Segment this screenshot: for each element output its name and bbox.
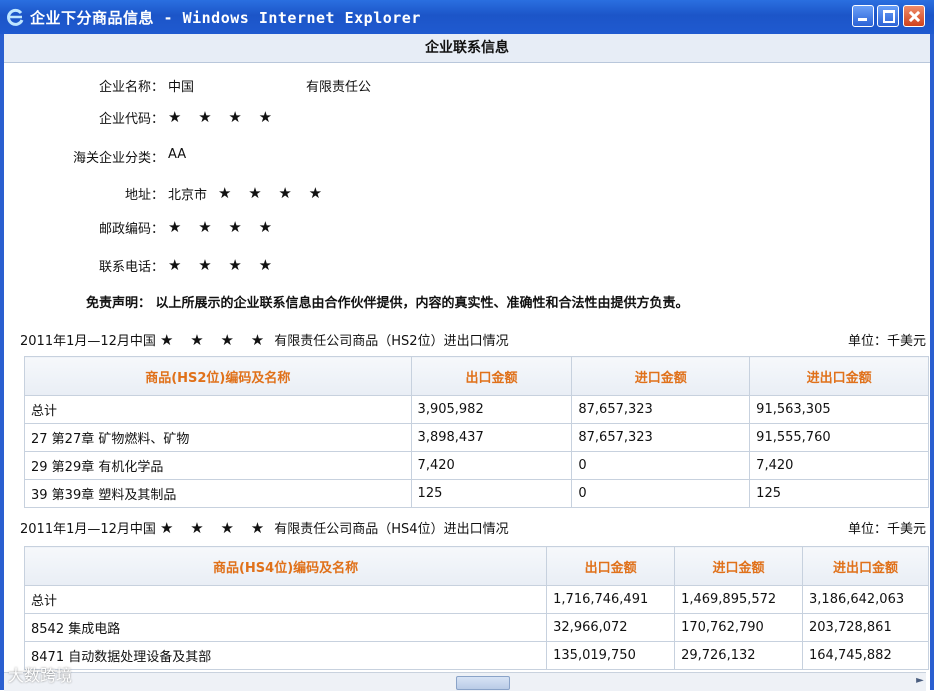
- table-row: 8471 自动数据处理设备及其部 135,019,750 29,726,132 …: [23, 641, 929, 670]
- table-cell: 7,420: [410, 451, 573, 480]
- table-cell: 3,898,437: [410, 423, 573, 452]
- table-header-row: 商品(HS2位)编码及名称 出口金额 进口金额 进出口金额: [24, 356, 929, 396]
- table-cell: 29,726,132: [674, 641, 804, 670]
- column-header[interactable]: 进口金额: [674, 546, 804, 586]
- company-name-value: 中国: [168, 80, 195, 95]
- address-value: ★ ★ ★ ★: [218, 184, 329, 202]
- table-cell: 87,657,323: [571, 423, 751, 452]
- table-row: 8542 集成电路 32,966,072 170,762,790 203,728…: [23, 613, 929, 642]
- table-cell: 1,716,746,491: [546, 585, 676, 614]
- table-cell: 32,966,072: [546, 613, 676, 642]
- company-name-label: 企业名称：: [98, 80, 164, 95]
- table-cell: 1,469,895,572: [674, 585, 804, 614]
- disclaimer: 免责声明： 以上所展示的企业联系信息由合作伙伴提供，内容的真实性、准确性和合法性…: [86, 292, 689, 311]
- hs4-unit: 单位：千美元: [847, 522, 926, 537]
- hs4-report-title: 2011年1月—12月中国 ★ ★ ★ ★ 有限责任公司商品（HS4位）进出口情…: [20, 518, 509, 537]
- phone-value: ★ ★ ★ ★: [168, 256, 279, 274]
- table-cell: 91,555,760: [749, 423, 929, 452]
- column-header[interactable]: 出口金额: [546, 546, 676, 586]
- table-cell: 39 第39章 塑料及其制品: [24, 479, 412, 508]
- table-cell: 87,657,323: [571, 395, 751, 424]
- window-title: 企业下分商品信息 - Windows Internet Explorer: [30, 9, 421, 27]
- table-cell: 0: [571, 479, 751, 508]
- table-header-row: 商品(HS4位)编码及名称 出口金额 进口金额 进出口金额: [23, 546, 929, 586]
- company-name-suffix: 有限责任公: [306, 80, 372, 95]
- hs4-title-stars: ★ ★ ★ ★: [160, 519, 271, 537]
- table-cell: 3,905,982: [410, 395, 573, 424]
- customs-class-label: 海关企业分类：: [72, 151, 164, 166]
- customs-class-value: AA: [168, 147, 187, 162]
- table-cell: 91,563,305: [749, 395, 929, 424]
- hs2-report-title: 2011年1月—12月中国 ★ ★ ★ ★ 有限责任公司商品（HS2位）进出口情…: [20, 330, 509, 349]
- title-bar: 企业下分商品信息 - Windows Internet Explorer: [0, 0, 934, 35]
- table-row: 总计 1,716,746,491 1,469,895,572 3,186,642…: [23, 585, 929, 614]
- table-cell: 125: [410, 479, 573, 508]
- table-row: 27 第27章 矿物燃料、矿物 3,898,437 87,657,323 91,…: [24, 423, 929, 452]
- ie-icon: [7, 8, 24, 26]
- table-cell: 170,762,790: [674, 613, 804, 642]
- table-cell: 203,728,861: [802, 613, 929, 642]
- address-label: 地址：: [124, 188, 164, 203]
- table-row: 总计 3,905,982 87,657,323 91,563,305: [24, 395, 929, 424]
- hs4-title-prefix: 2011年1月—12月中国: [20, 522, 156, 537]
- column-header[interactable]: 进出口金额: [802, 546, 929, 586]
- table-cell: 总计: [24, 395, 412, 424]
- disclaimer-label: 免责声明：: [86, 296, 152, 311]
- phone-label: 联系电话：: [98, 260, 164, 275]
- column-header[interactable]: 出口金额: [410, 356, 573, 396]
- hs4-table: 商品(HS4位)编码及名称 出口金额 进口金额 进出口金额 总计 1,716,7…: [23, 546, 929, 670]
- table-row: 39 第39章 塑料及其制品 125 0 125: [24, 479, 929, 508]
- company-code-value: ★ ★ ★ ★: [168, 108, 279, 126]
- hs2-table: 商品(HS2位)编码及名称 出口金额 进口金额 进出口金额 总计 3,905,9…: [24, 356, 929, 508]
- table-cell: 总计: [23, 585, 548, 614]
- column-header[interactable]: 进口金额: [571, 356, 751, 396]
- hs2-title-stars: ★ ★ ★ ★: [160, 331, 271, 349]
- scroll-right-arrow-icon[interactable]: ►: [914, 675, 926, 688]
- table-cell: 0: [571, 451, 751, 480]
- company-code-label: 企业代码：: [98, 112, 164, 127]
- address-city: 北京市: [168, 188, 208, 203]
- hs2-unit: 单位：千美元: [847, 334, 926, 349]
- minimize-button[interactable]: [852, 5, 874, 27]
- disclaimer-text: 以上所展示的企业联系信息由合作伙伴提供，内容的真实性、准确性和合法性由提供方负责…: [155, 296, 689, 311]
- table-cell: 27 第27章 矿物燃料、矿物: [24, 423, 412, 452]
- maximize-button[interactable]: [877, 5, 899, 27]
- column-header[interactable]: 进出口金额: [749, 356, 929, 396]
- column-header[interactable]: 商品(HS4位)编码及名称: [23, 546, 548, 586]
- postcode-value: ★ ★ ★ ★: [168, 218, 279, 236]
- close-button[interactable]: [903, 5, 925, 27]
- scrollbar-thumb[interactable]: [456, 676, 510, 690]
- table-cell: 29 第29章 有机化学品: [24, 451, 412, 480]
- section-title: 企业联系信息: [4, 34, 930, 63]
- hs2-title-suffix: 有限责任公司商品（HS2位）进出口情况: [274, 334, 509, 349]
- page-content: 企业联系信息 企业名称： 中国 有限责任公 企业代码： ★ ★ ★ ★ 海关企业…: [4, 34, 930, 690]
- hs2-title-prefix: 2011年1月—12月中国: [20, 334, 156, 349]
- watermark: 大数跨境: [8, 666, 73, 685]
- table-cell: 7,420: [749, 451, 929, 480]
- hs4-title-suffix: 有限责任公司商品（HS4位）进出口情况: [274, 522, 509, 537]
- column-header[interactable]: 商品(HS2位)编码及名称: [24, 356, 412, 396]
- table-cell: 135,019,750: [546, 641, 676, 670]
- table-cell: 164,745,882: [802, 641, 929, 670]
- table-cell: 8542 集成电路: [23, 613, 548, 642]
- table-cell: 8471 自动数据处理设备及其部: [23, 641, 548, 670]
- table-cell: 3,186,642,063: [802, 585, 929, 614]
- postcode-label: 邮政编码：: [98, 222, 164, 237]
- table-row: 29 第29章 有机化学品 7,420 0 7,420: [24, 451, 929, 480]
- window-frame-right: [930, 34, 934, 690]
- table-cell: 125: [749, 479, 929, 508]
